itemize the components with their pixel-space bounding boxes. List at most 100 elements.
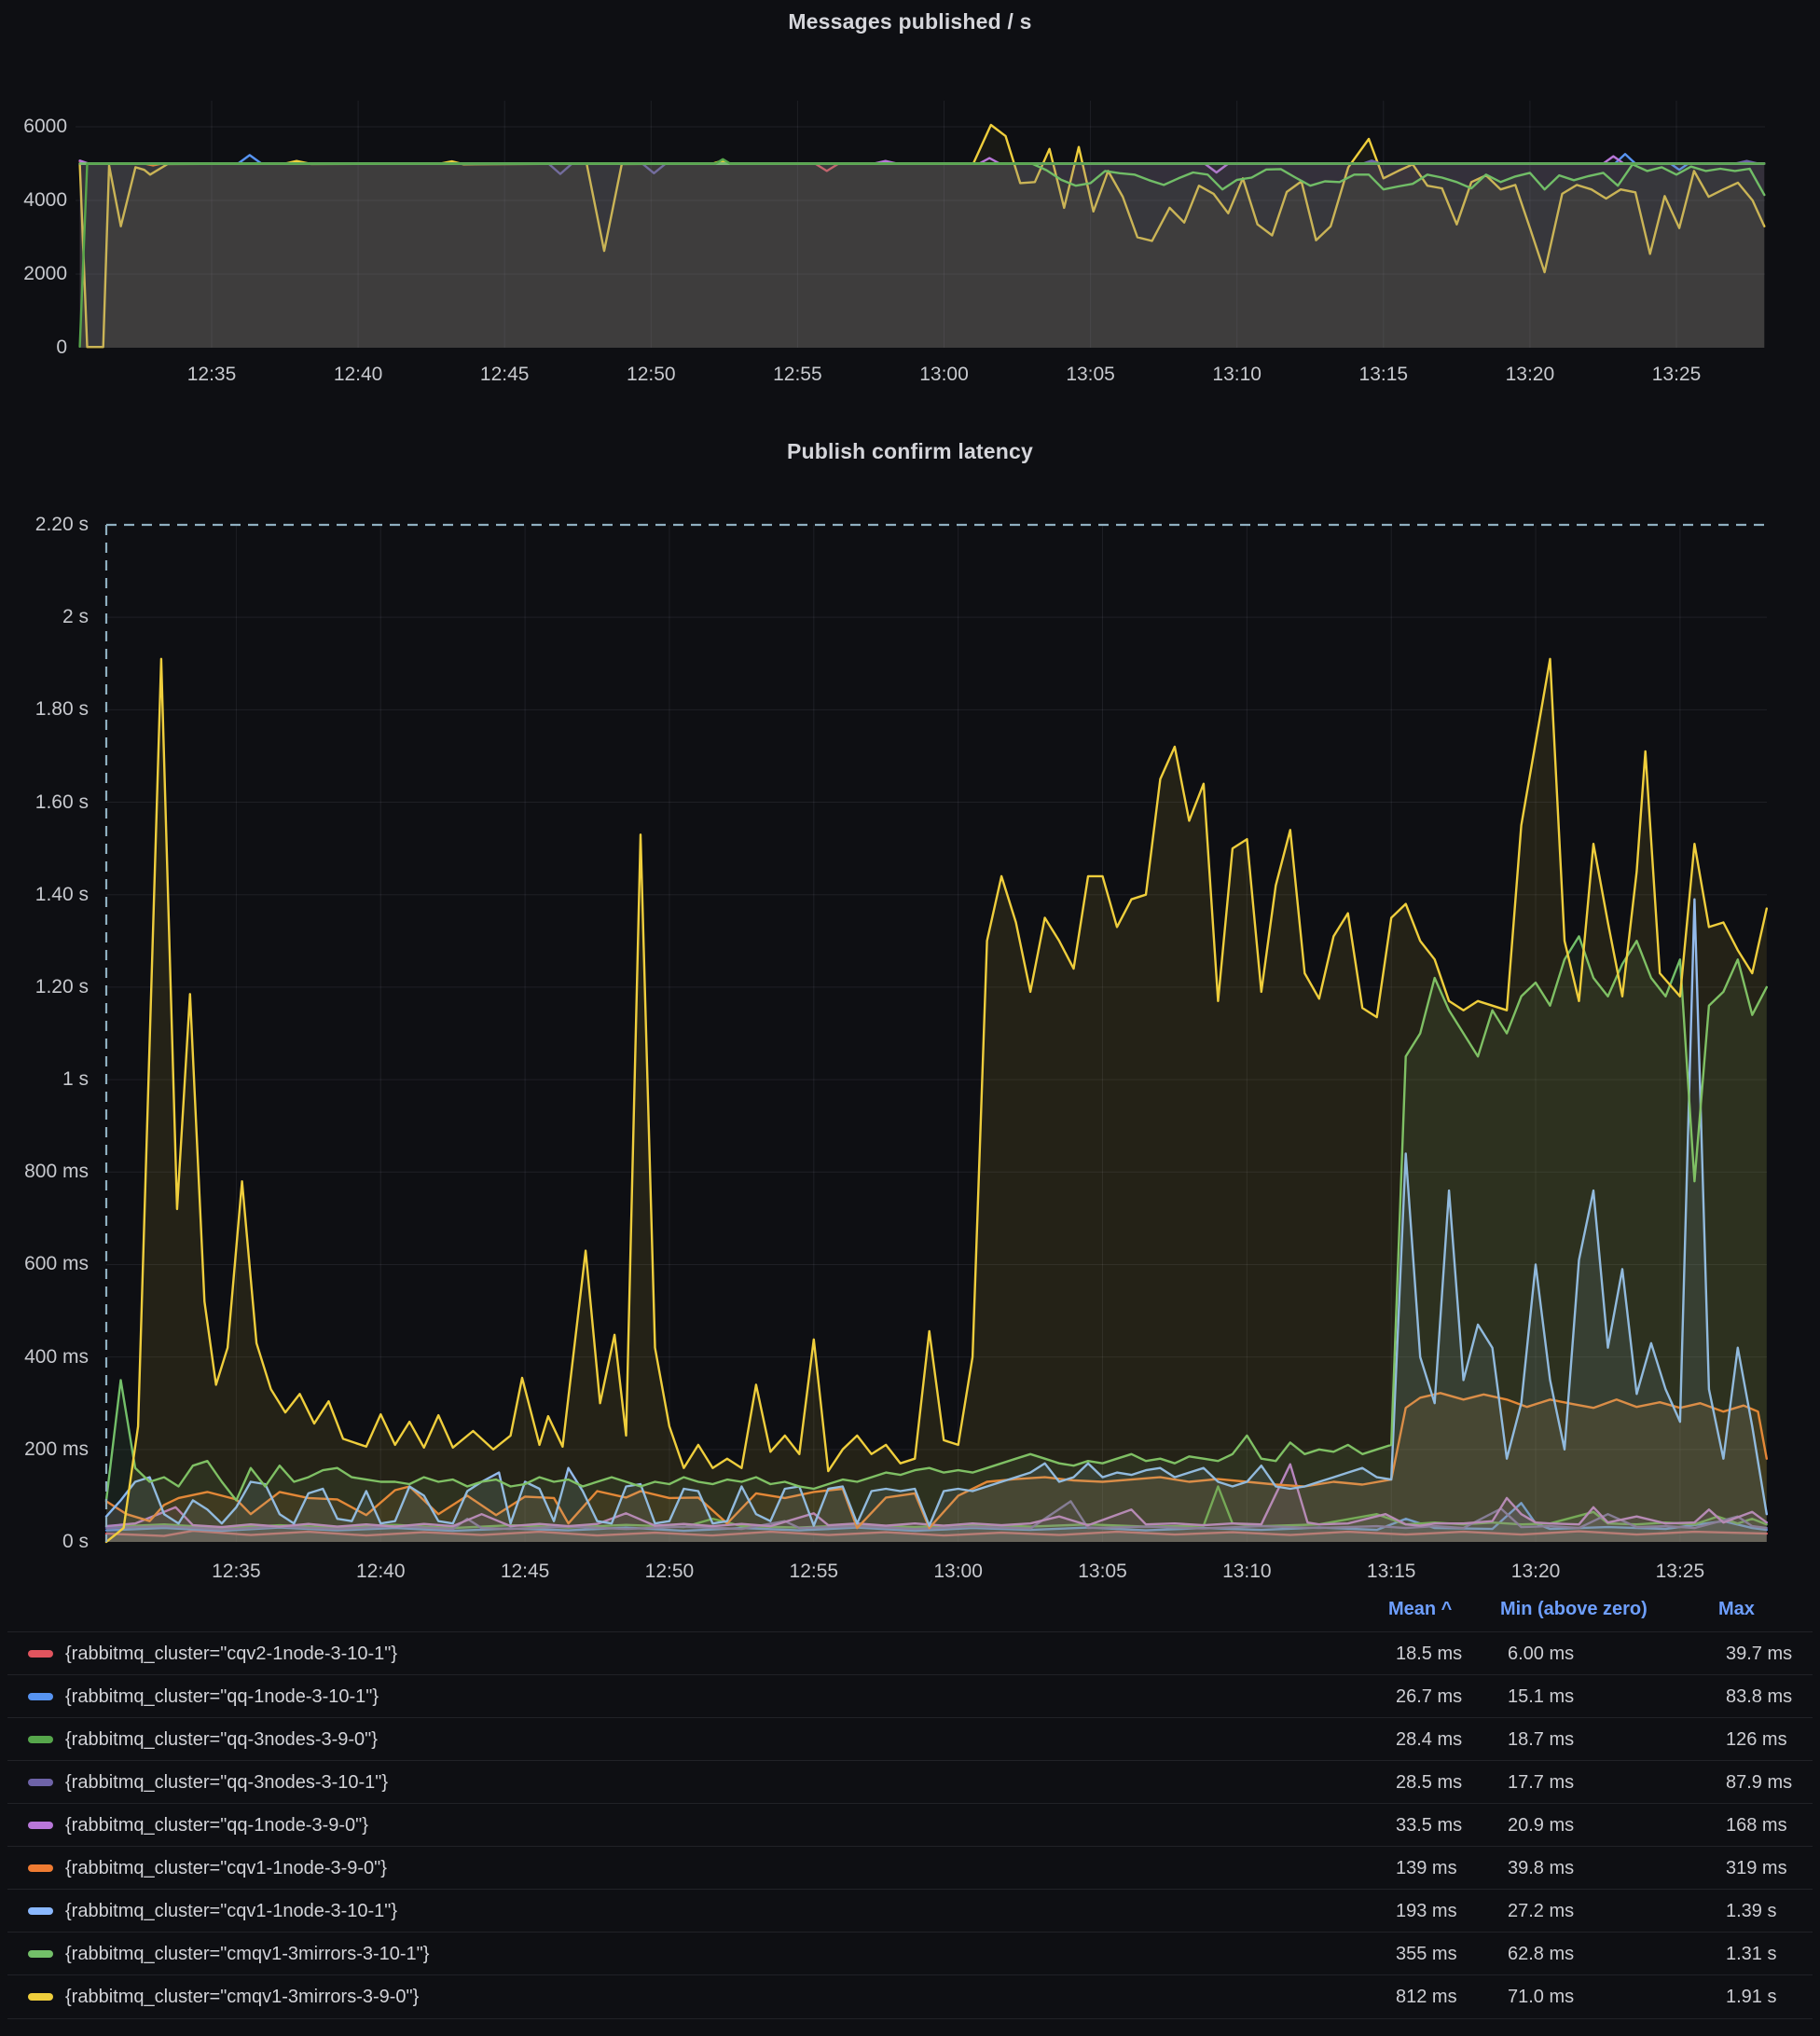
legend-header-mean[interactable]: Mean ^ (1388, 1598, 1452, 1620)
legend-min-value: 6.00 ms (1508, 1643, 1574, 1665)
x-tick-label: 13:25 (1638, 1561, 1722, 1583)
x-tick-label: 13:00 (903, 364, 986, 386)
legend-row: {rabbitmq_cluster="cqv1-1node-3-9-0"} 139… (7, 1846, 1813, 1890)
series-color-chip[interactable] (28, 1864, 53, 1872)
x-tick-label: 12:35 (170, 364, 254, 386)
legend-series-label[interactable]: {rabbitmq_cluster="qq-1node-3-9-0"} (65, 1814, 368, 1837)
series-color-chip[interactable] (28, 1779, 53, 1786)
legend-max-value: 168 ms (1726, 1814, 1787, 1837)
x-tick-label: 13:20 (1488, 364, 1572, 386)
series-color-chip[interactable] (28, 1736, 53, 1743)
legend-row: {rabbitmq_cluster="cmqv1-3mirrors-3-9-0"… (7, 1974, 1813, 2019)
legend-series-label[interactable]: {rabbitmq_cluster="cqv1-1node-3-9-0"} (65, 1857, 387, 1879)
legend-series-label[interactable]: {rabbitmq_cluster="qq-3nodes-3-9-0"} (65, 1728, 378, 1751)
legend-max-value: 126 ms (1726, 1728, 1787, 1751)
legend-max-value: 39.7 ms (1726, 1643, 1792, 1665)
legend-max-value: 1.31 s (1726, 1943, 1776, 1965)
legend-mean-value: 28.4 ms (1396, 1728, 1462, 1751)
y-tick-label: 1 s (0, 1068, 89, 1091)
legend-min-value: 17.7 ms (1508, 1771, 1574, 1794)
y-tick-label: 400 ms (0, 1346, 89, 1369)
legend-series-label[interactable]: {rabbitmq_cluster="qq-1node-3-10-1"} (65, 1685, 379, 1708)
legend-min-value: 62.8 ms (1508, 1943, 1574, 1965)
legend-max-value: 319 ms (1726, 1857, 1787, 1879)
x-tick-label: 12:40 (338, 1561, 422, 1583)
messages-panel-title: Messages published / s (0, 9, 1820, 34)
legend-mean-value: 139 ms (1396, 1857, 1457, 1879)
legend-mean-value: 26.7 ms (1396, 1685, 1462, 1708)
x-tick-label: 12:55 (755, 364, 839, 386)
x-tick-label: 12:45 (462, 364, 546, 386)
x-tick-label: 13:10 (1195, 364, 1279, 386)
legend-min-value: 15.1 ms (1508, 1685, 1574, 1708)
x-tick-label: 13:05 (1061, 1561, 1145, 1583)
latency-panel-title: Publish confirm latency (0, 439, 1820, 464)
latency-chart-plot-area[interactable] (106, 525, 1767, 1542)
legend-mean-value: 812 ms (1396, 1986, 1457, 2008)
y-tick-label: 1.20 s (0, 976, 89, 998)
legend-min-value: 27.2 ms (1508, 1900, 1574, 1922)
legend-min-value: 71.0 ms (1508, 1986, 1574, 2008)
grafana-dashboard: Messages published / s Publish confirm l… (0, 0, 1820, 2036)
legend-max-value: 87.9 ms (1726, 1771, 1792, 1794)
legend-series-label[interactable]: {rabbitmq_cluster="qq-3nodes-3-10-1"} (65, 1771, 388, 1794)
legend-series-label[interactable]: {rabbitmq_cluster="cqv1-1node-3-10-1"} (65, 1900, 397, 1922)
x-tick-label: 12:35 (194, 1561, 278, 1583)
legend-mean-value: 33.5 ms (1396, 1814, 1462, 1837)
legend-max-value: 1.39 s (1726, 1900, 1776, 1922)
series-color-chip[interactable] (28, 1650, 53, 1658)
messages-chart-plot-area[interactable] (76, 101, 1765, 348)
series-color-chip[interactable] (28, 1950, 53, 1958)
series-color-chip[interactable] (28, 1907, 53, 1915)
legend-mean-value: 355 ms (1396, 1943, 1457, 1965)
y-tick-label: 0 (0, 337, 67, 359)
y-tick-label: 200 ms (0, 1438, 89, 1461)
legend-series-label[interactable]: {rabbitmq_cluster="cmqv1-3mirrors-3-9-0"… (65, 1986, 419, 2008)
x-tick-label: 12:45 (483, 1561, 567, 1583)
legend-row: {rabbitmq_cluster="qq-3nodes-3-10-1"} 28.… (7, 1760, 1813, 1804)
legend-row: {rabbitmq_cluster="cmqv1-3mirrors-3-10-1… (7, 1932, 1813, 1975)
x-tick-label: 13:25 (1634, 364, 1718, 386)
x-tick-label: 12:50 (609, 364, 693, 386)
legend-max-value: 1.91 s (1726, 1986, 1776, 2008)
y-tick-label: 4000 (0, 189, 67, 212)
series-color-chip[interactable] (28, 1693, 53, 1700)
legend-mean-value: 18.5 ms (1396, 1643, 1462, 1665)
y-tick-label: 2.20 s (0, 514, 89, 536)
legend-header-max[interactable]: Max (1718, 1598, 1755, 1620)
x-tick-label: 13:05 (1049, 364, 1133, 386)
legend-min-value: 20.9 ms (1508, 1814, 1574, 1837)
y-tick-label: 6000 (0, 116, 67, 138)
x-tick-label: 13:15 (1342, 364, 1426, 386)
legend-row: {rabbitmq_cluster="qq-1node-3-10-1"} 26.7… (7, 1674, 1813, 1718)
x-tick-label: 12:50 (627, 1561, 711, 1583)
legend-max-value: 83.8 ms (1726, 1685, 1792, 1708)
legend-series-label[interactable]: {rabbitmq_cluster="cqv2-1node-3-10-1"} (65, 1643, 397, 1665)
y-tick-label: 1.60 s (0, 791, 89, 814)
x-tick-label: 13:10 (1205, 1561, 1289, 1583)
legend-header-min[interactable]: Min (above zero) (1500, 1598, 1648, 1620)
legend-row: {rabbitmq_cluster="qq-3nodes-3-9-0"} 28.4… (7, 1717, 1813, 1761)
y-tick-label: 1.40 s (0, 884, 89, 906)
y-tick-label: 2 s (0, 606, 89, 628)
legend-row: {rabbitmq_cluster="cqv1-1node-3-10-1"} 19… (7, 1889, 1813, 1933)
legend-row: {rabbitmq_cluster="qq-1node-3-9-0"} 33.5 … (7, 1803, 1813, 1847)
x-tick-label: 12:40 (316, 364, 400, 386)
y-tick-label: 800 ms (0, 1161, 89, 1183)
legend-min-value: 18.7 ms (1508, 1728, 1574, 1751)
legend-row: {rabbitmq_cluster="cqv2-1node-3-10-1"} 18… (7, 1631, 1813, 1675)
legend-min-value: 39.8 ms (1508, 1857, 1574, 1879)
y-tick-label: 0 s (0, 1531, 89, 1553)
x-tick-label: 13:20 (1494, 1561, 1578, 1583)
y-tick-label: 2000 (0, 263, 67, 285)
series-color-chip[interactable] (28, 1993, 53, 2001)
y-tick-label: 600 ms (0, 1253, 89, 1275)
x-tick-label: 12:55 (772, 1561, 856, 1583)
y-tick-label: 1.80 s (0, 698, 89, 721)
legend-mean-value: 193 ms (1396, 1900, 1457, 1922)
x-tick-label: 13:15 (1349, 1561, 1433, 1583)
legend-series-label[interactable]: {rabbitmq_cluster="cmqv1-3mirrors-3-10-1… (65, 1943, 429, 1965)
x-tick-label: 13:00 (917, 1561, 1000, 1583)
series-color-chip[interactable] (28, 1822, 53, 1829)
legend-mean-value: 28.5 ms (1396, 1771, 1462, 1794)
